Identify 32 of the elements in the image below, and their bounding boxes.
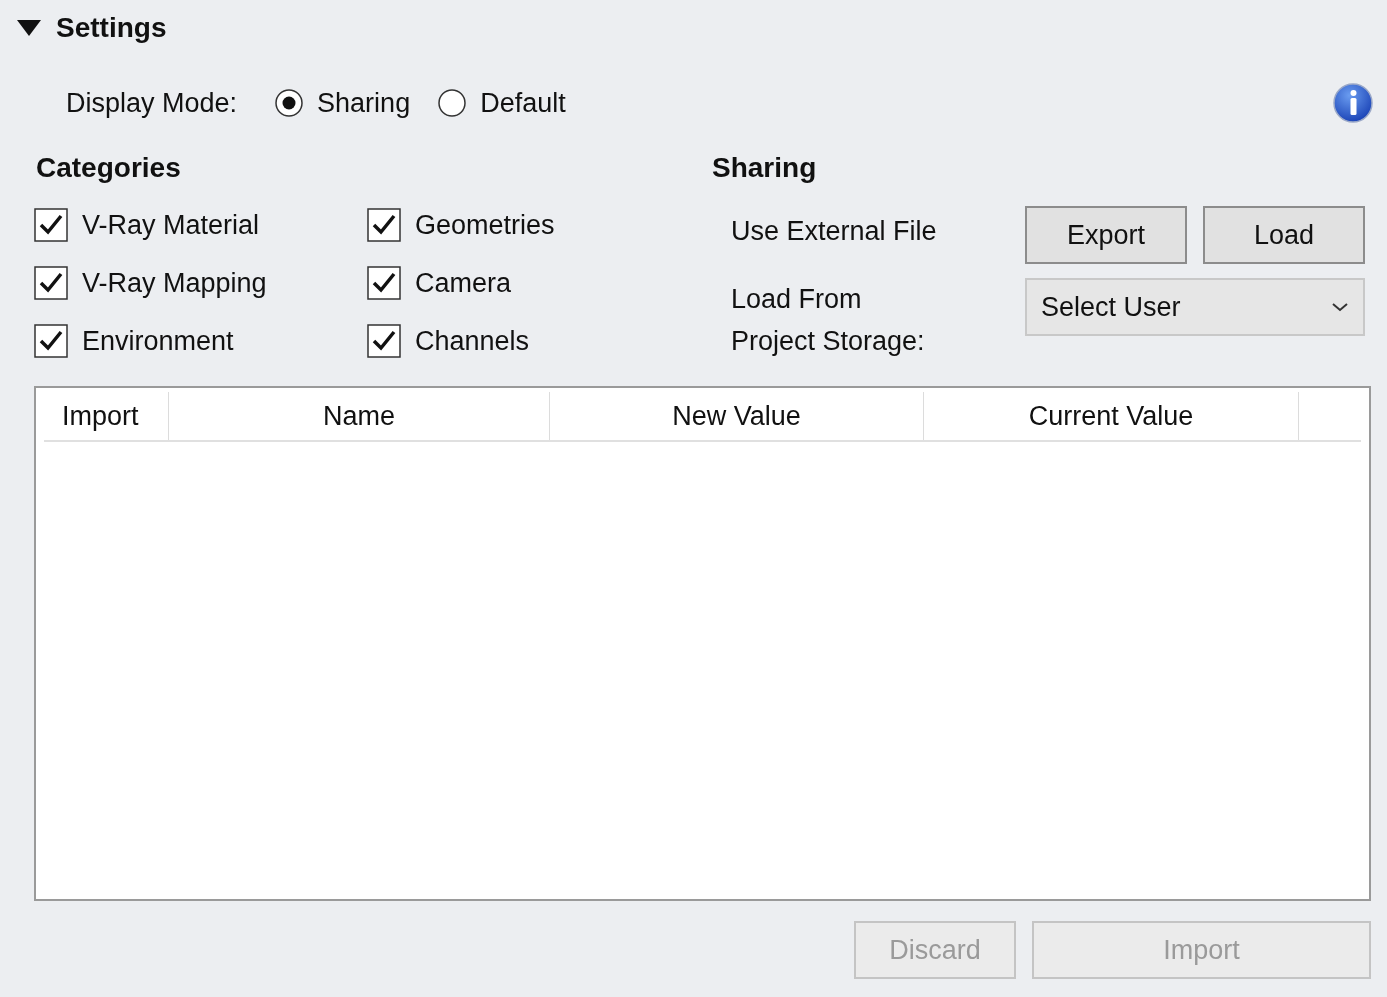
column-header[interactable]: Import	[44, 392, 169, 440]
info-icon[interactable]	[1333, 83, 1373, 123]
display-mode-label: Display Mode:	[66, 87, 238, 119]
column-header[interactable]: Current Value	[924, 392, 1299, 440]
radio-button[interactable]	[438, 89, 467, 117]
categories-heading: Categories	[36, 152, 182, 185]
checkbox[interactable]	[34, 208, 68, 242]
checkbox[interactable]	[367, 324, 401, 358]
expand-triangle-icon[interactable]	[16, 18, 42, 38]
section-title: Settings	[56, 12, 167, 44]
checkbox[interactable]	[367, 266, 401, 300]
chevron-down-icon	[1331, 301, 1349, 313]
radio-label[interactable]: Sharing	[317, 87, 411, 119]
checkbox-label[interactable]: V-Ray Mapping	[82, 267, 267, 299]
checkbox-label[interactable]: Environment	[82, 325, 234, 357]
radio-button[interactable]	[275, 89, 304, 117]
project-storage-label: Load From Project Storage:	[730, 283, 926, 358]
column-header[interactable]: New Value	[550, 392, 924, 440]
checkbox-label[interactable]: Camera	[415, 267, 512, 299]
user-dropdown[interactable]: Select User	[1025, 278, 1365, 336]
checkbox[interactable]	[367, 208, 401, 242]
load-button[interactable]: Load	[1203, 206, 1365, 264]
checkbox-label[interactable]: V-Ray Material	[82, 209, 260, 241]
radio-label[interactable]: Default	[480, 87, 566, 119]
checkbox-label[interactable]: Channels	[415, 325, 530, 357]
checkbox[interactable]	[34, 324, 68, 358]
column-header[interactable]: Name	[169, 392, 550, 440]
sharing-heading: Sharing	[712, 152, 818, 185]
external-file-label: Use External File	[730, 215, 938, 248]
checkbox[interactable]	[34, 266, 68, 300]
export-button[interactable]: Export	[1025, 206, 1187, 264]
checkbox-label[interactable]: Geometries	[415, 209, 555, 241]
